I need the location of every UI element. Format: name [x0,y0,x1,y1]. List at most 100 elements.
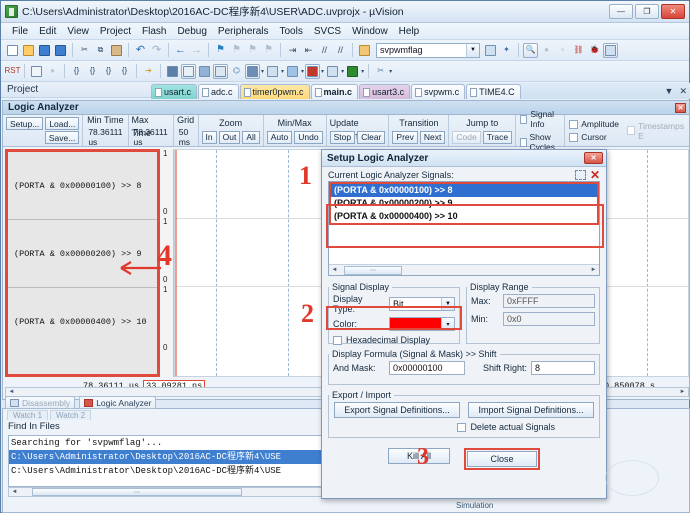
insert-signal-icon[interactable] [574,170,586,180]
min-field[interactable]: 0x0 [503,312,595,326]
menu-item-project[interactable]: Project [95,25,136,38]
debug-icon[interactable]: 🐞 [587,43,602,58]
tab-watch-1[interactable]: Watch 1 [7,410,49,420]
forward-icon[interactable]: → [189,43,204,58]
uncomment-icon[interactable]: // [333,43,348,58]
redo-icon[interactable]: ↷ [149,43,164,58]
watch-window-icon[interactable] [325,64,340,79]
tab-usart-c[interactable]: usart.c [151,84,198,99]
load-button[interactable]: Load... [45,117,80,130]
menu-item-file[interactable]: File [7,25,33,38]
tab-disassembly[interactable]: Disassembly [5,396,76,409]
tab-adc-c[interactable]: adc.c [198,84,239,99]
menu-item-window[interactable]: Window [347,25,393,38]
minmax-undo-button[interactable]: Undo [294,130,323,144]
back-icon[interactable]: ← [173,43,188,58]
logic-analyzer-icon[interactable] [245,63,260,79]
scroll-right-icon[interactable]: ► [588,267,599,273]
stop-button[interactable]: Stop [329,130,356,144]
open-file-icon[interactable] [21,43,36,58]
performance-icon[interactable]: ⌬ [229,64,244,79]
menu-item-view[interactable]: View [62,25,94,38]
comment-icon[interactable]: // [317,43,332,58]
dialog-close-button[interactable]: Close [467,451,537,467]
maximize-button[interactable]: ❐ [635,4,659,19]
close-button[interactable]: ✕ [661,4,685,19]
save-all-icon[interactable] [53,43,68,58]
bookmark-next-icon[interactable]: ⚑ [245,43,260,58]
paste-icon[interactable] [109,43,124,58]
chevron-down-icon[interactable]: ▾ [261,68,264,75]
tab-watch-2[interactable]: Watch 2 [50,410,92,420]
amplitude-checkbox[interactable]: Amplitude [569,119,619,129]
max-field[interactable]: 0xFFFF [503,294,595,308]
chevron-down-icon[interactable]: ▾ [341,68,344,75]
delete-actual-signals-checkbox[interactable]: Delete actual Signals [329,418,599,432]
find-result-line[interactable]: C:\Users\Administrator\Desktop\2016AC-DC… [9,464,337,478]
step-into-icon[interactable]: {} [69,64,84,79]
shift-right-field[interactable]: 8 [531,361,595,375]
run-to-cursor-icon[interactable]: {} [117,64,132,79]
scrollbar-thumb[interactable]: ⋯ [344,265,402,275]
signals-listbox[interactable]: (PORTA & 0x00000100) >> 8 (PORTA & 0x000… [328,181,600,276]
menu-item-debug[interactable]: Debug [172,25,211,38]
signal-list-item[interactable]: (PORTA & 0x00000400) >> 10 [331,210,597,223]
tab-main-c[interactable]: main.c [310,84,359,99]
command-window-icon[interactable] [165,64,180,79]
save-icon[interactable] [37,43,52,58]
transition-prev-button[interactable]: Prev [392,130,418,144]
tab-svpwm-c[interactable]: svpwm.c [411,84,466,99]
cursor-line[interactable] [175,150,177,376]
dialog-close-icon[interactable]: ✕ [584,152,603,164]
chevron-down-icon[interactable]: ▾ [361,68,364,75]
copy-icon[interactable]: ⧉ [93,43,108,58]
disassembly-icon[interactable] [181,63,196,79]
menu-item-svcs[interactable]: SVCS [309,25,346,38]
cursor-checkbox[interactable]: Cursor [569,132,619,142]
cut-icon[interactable]: ✂ [77,43,92,58]
tab-list-icon[interactable]: ▼ [665,86,674,97]
transition-next-button[interactable]: Next [419,130,446,144]
hexadecimal-display-checkbox[interactable]: Hexadecimal Display [329,331,459,345]
configure-icon[interactable]: ✂ [373,64,388,79]
bookmark-prev-icon[interactable]: ⚑ [229,43,244,58]
signal-list-item[interactable]: (PORTA & 0x00000100) >> 8 [331,184,597,197]
signal-list-item[interactable]: (PORTA & 0x00000200) >> 9 [331,197,597,210]
tab-timer0pwm-c[interactable]: timer0pwm.c [239,84,310,99]
signal-row[interactable]: (PORTA & 0x00000100) >> 8 [8,152,157,220]
save-button[interactable]: Save... [44,131,80,144]
step-over-icon[interactable]: {} [85,64,100,79]
menu-item-peripherals[interactable]: Peripherals [213,25,274,38]
zoom-all-button[interactable]: All [242,130,260,144]
find-next-icon[interactable] [483,43,498,58]
export-signal-definitions-button[interactable]: Export Signal Definitions... [334,402,460,418]
bookmark-clear-icon[interactable]: ⚑ [261,43,276,58]
tab-close-icon[interactable]: ✕ [679,86,687,97]
tools-wand-icon[interactable]: ✦ [499,43,514,58]
scroll-right-icon[interactable]: ► [677,389,688,395]
signals-hscrollbar[interactable]: ◄ ⋯ ► [329,264,599,275]
menu-item-flash[interactable]: Flash [137,25,171,38]
run-to-line-icon[interactable] [29,64,44,79]
zoom-out-button[interactable]: Out [218,130,241,144]
and-mask-field[interactable]: 0x00000100 [389,361,465,375]
close-icon[interactable]: ✕ [675,102,686,113]
display-type-select[interactable]: Bit ▼ [389,297,455,311]
system-viewer-icon[interactable] [285,64,300,79]
magnifier-icon[interactable]: 🔍 [523,42,538,58]
serial-window-icon[interactable] [345,64,360,79]
scroll-left-icon[interactable]: ◄ [6,389,17,395]
chevron-down-icon[interactable]: ▾ [301,68,304,75]
find-results-hscrollbar[interactable]: ◄ ⋯ [8,487,338,497]
memory-window-icon[interactable] [213,63,228,79]
clear-button[interactable]: Clear [357,130,386,144]
chevron-down-icon[interactable]: ▾ [281,68,284,75]
chevron-down-icon[interactable]: ▼ [466,43,479,57]
delete-signal-icon[interactable]: ✕ [590,169,600,181]
color-picker[interactable]: ▾ [389,317,455,331]
menu-item-tools[interactable]: Tools [275,25,308,38]
scroll-left-icon[interactable]: ◄ [9,489,20,495]
circle-gray-icon[interactable]: ● [539,43,554,58]
signal-row[interactable]: (PORTA & 0x00000400) >> 10 [8,288,157,356]
kill-all-button[interactable]: Kill All [388,448,450,464]
